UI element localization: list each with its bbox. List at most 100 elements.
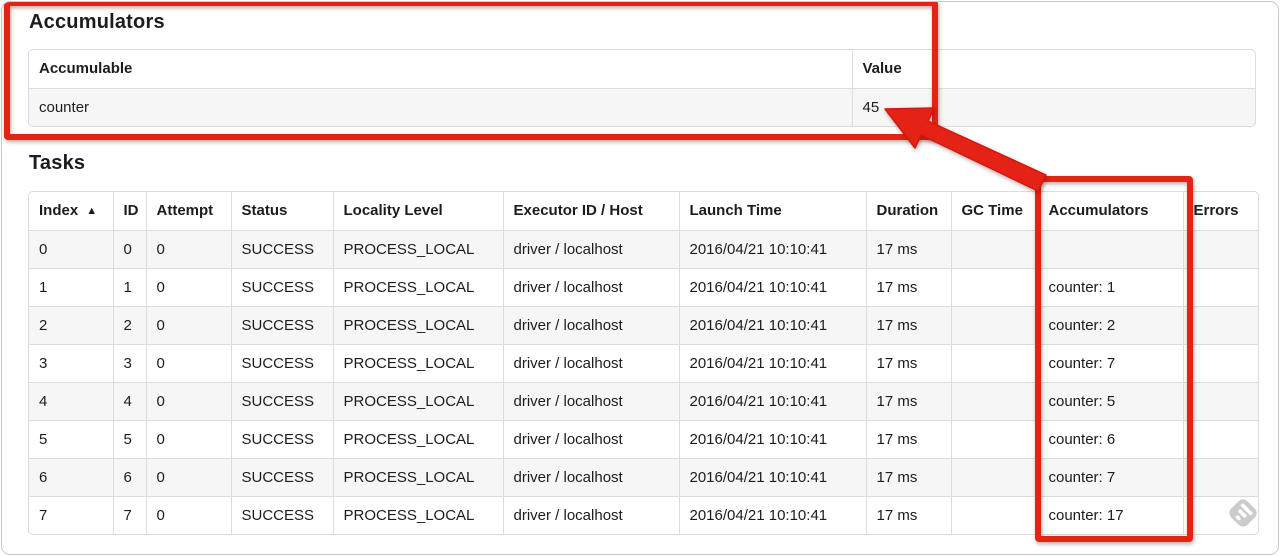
- table-cell: 5: [112, 419, 146, 458]
- table-cell: driver / localhost: [502, 229, 679, 268]
- accumulators-table: Accumulable Value counter 45: [28, 49, 1256, 127]
- table-row: 1 1 0 SUCCESS PROCESS_LOCAL driver / localhos…: [29, 267, 1258, 306]
- table-cell: SUCCESS: [230, 305, 333, 344]
- table-row: 5 5 0 SUCCESS PROCESS_LOCAL driver / localhos…: [29, 419, 1258, 458]
- table-cell: PROCESS_LOCAL: [332, 457, 503, 496]
- table-row: 3 3 0 SUCCESS PROCESS_LOCAL driver / localhos…: [29, 343, 1258, 382]
- table-cell: 2016/04/21 10:10:41: [678, 419, 866, 458]
- table-cell: 5: [29, 419, 113, 458]
- table-cell: [950, 457, 1038, 496]
- table-cell: [1182, 343, 1258, 382]
- column-header-duration[interactable]: Duration: [865, 192, 951, 230]
- table-cell: SUCCESS: [230, 343, 333, 382]
- column-header-errors[interactable]: Errors: [1182, 192, 1258, 230]
- table-cell: [1182, 229, 1258, 268]
- tasks-section-title: Tasks: [29, 152, 86, 174]
- table-cell: 0: [145, 419, 231, 458]
- table-cell: 0: [145, 343, 231, 382]
- table-cell: [950, 495, 1038, 534]
- table-cell: [950, 229, 1038, 268]
- table-cell: counter: 1: [1037, 267, 1183, 306]
- table-cell: SUCCESS: [230, 457, 333, 496]
- table-cell: driver / localhost: [502, 457, 679, 496]
- table-row: 6 6 0 SUCCESS PROCESS_LOCAL driver / localhos…: [29, 457, 1258, 496]
- table-cell: PROCESS_LOCAL: [332, 305, 503, 344]
- table-cell: 17 ms: [865, 457, 951, 496]
- table-cell: 3: [112, 343, 146, 382]
- column-header-accumulable: Accumulable: [39, 60, 133, 78]
- accumulators-section-title: Accumulators: [29, 11, 165, 33]
- table-row: 0 0 0 SUCCESS PROCESS_LOCAL driver / localhos…: [29, 229, 1258, 268]
- table-cell: counter: [29, 87, 852, 126]
- table-cell: 2: [112, 305, 146, 344]
- table-cell: driver / localhost: [502, 495, 679, 534]
- table-cell: PROCESS_LOCAL: [332, 381, 503, 420]
- column-header-gc-time[interactable]: GC Time: [950, 192, 1038, 230]
- table-cell: 3: [29, 343, 113, 382]
- table-cell: counter: 5: [1037, 381, 1183, 420]
- spark-ui-page: Accumulators Accumulable Value counter 45 …: [1, 1, 1279, 555]
- table-cell: PROCESS_LOCAL: [332, 229, 503, 268]
- table-cell: 2016/04/21 10:10:41: [678, 343, 866, 382]
- accumulators-table-grid: Accumulable Value counter 45: [29, 50, 1255, 126]
- table-cell: [1182, 305, 1258, 344]
- table-cell: PROCESS_LOCAL: [332, 267, 503, 306]
- column-header-launch-time[interactable]: Launch Time: [678, 192, 866, 230]
- table-cell: [1037, 229, 1183, 268]
- table-cell: 17 ms: [865, 229, 951, 268]
- column-header-locality-level[interactable]: Locality Level: [332, 192, 503, 230]
- tasks-table-grid: Index ▲ ID Attempt Status Locality Level Execu…: [29, 192, 1258, 534]
- table-cell: 0: [29, 229, 113, 268]
- table-cell: driver / localhost: [502, 343, 679, 382]
- table-cell: [950, 381, 1038, 420]
- table-row: 4 4 0 SUCCESS PROCESS_LOCAL driver / localhos…: [29, 381, 1258, 420]
- table-cell: 6: [29, 457, 113, 496]
- column-header-executor-id-host[interactable]: Executor ID / Host: [502, 192, 679, 230]
- header-row: Index ▲ ID Attempt Status Locality Level Execu…: [29, 192, 1258, 230]
- table-cell: [1182, 381, 1258, 420]
- table-cell: 17 ms: [865, 495, 951, 534]
- table-cell: driver / localhost: [502, 381, 679, 420]
- table-cell: SUCCESS: [230, 229, 333, 268]
- table-cell: [1182, 457, 1258, 496]
- table-cell: 17 ms: [865, 305, 951, 344]
- table-cell: driver / localhost: [502, 419, 679, 458]
- table-cell: 0: [145, 305, 231, 344]
- table-cell: 0: [145, 381, 231, 420]
- column-header-status[interactable]: Status: [230, 192, 333, 230]
- table-cell: 17 ms: [865, 381, 951, 420]
- table-cell: 17 ms: [865, 267, 951, 306]
- table-cell: counter: 7: [1037, 343, 1183, 382]
- table-cell: 7: [29, 495, 113, 534]
- column-header-id[interactable]: ID: [112, 192, 146, 230]
- table-cell: driver / localhost: [502, 305, 679, 344]
- table-cell: PROCESS_LOCAL: [332, 343, 503, 382]
- table-cell: 2016/04/21 10:10:41: [678, 495, 866, 534]
- table-cell: SUCCESS: [230, 419, 333, 458]
- tasks-table: Index ▲ ID Attempt Status Locality Level Execu…: [28, 191, 1259, 535]
- column-header-attempt[interactable]: Attempt: [145, 192, 231, 230]
- feedly-watermark-icon: [1229, 499, 1257, 527]
- table-cell: [950, 305, 1038, 344]
- table-cell: [1182, 419, 1258, 458]
- table-cell: counter: 6: [1037, 419, 1183, 458]
- column-header-index[interactable]: Index ▲: [29, 192, 113, 230]
- table-cell: driver / localhost: [502, 267, 679, 306]
- table-cell: SUCCESS: [230, 267, 333, 306]
- table-cell: 2016/04/21 10:10:41: [678, 267, 866, 306]
- table-cell: counter: 2: [1037, 305, 1183, 344]
- table-cell: 0: [145, 267, 231, 306]
- table-cell: 2016/04/21 10:10:41: [678, 457, 866, 496]
- table-row: 2 2 0 SUCCESS PROCESS_LOCAL driver / localhos…: [29, 305, 1258, 344]
- table-row: counter 45: [29, 87, 1255, 126]
- column-header-accumulators[interactable]: Accumulators: [1037, 192, 1183, 230]
- table-cell: 6: [112, 457, 146, 496]
- column-header-value: Value: [851, 50, 1255, 88]
- table-cell: 1: [29, 267, 113, 306]
- table-cell: 0: [145, 495, 231, 534]
- table-cell: 17 ms: [865, 343, 951, 382]
- table-cell: 1: [112, 267, 146, 306]
- table-cell: counter: 17: [1037, 495, 1183, 534]
- table-cell: [950, 419, 1038, 458]
- table-cell: PROCESS_LOCAL: [332, 495, 503, 534]
